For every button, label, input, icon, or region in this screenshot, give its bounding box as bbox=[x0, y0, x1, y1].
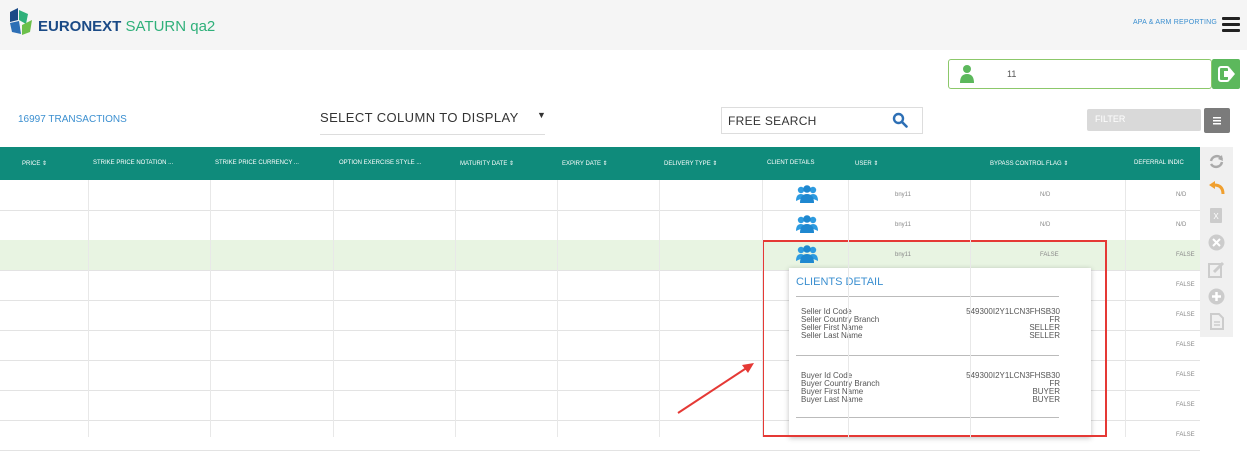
cell-deferral: FALSE bbox=[1176, 402, 1195, 408]
edit-icon[interactable] bbox=[1208, 261, 1225, 278]
col-strike-price-notation[interactable]: STRIKE PRICE NOTATION ... bbox=[93, 160, 173, 166]
col-deferral-indic[interactable]: DEFERRAL INDIC bbox=[1134, 160, 1184, 166]
column-divider bbox=[659, 180, 660, 437]
document-icon[interactable] bbox=[1208, 313, 1225, 330]
column-divider bbox=[88, 180, 89, 437]
select-column-dropdown[interactable]: SELECT COLUMN TO DISPLAY ▼ bbox=[320, 109, 547, 135]
cell-deferral: FALSE bbox=[1176, 342, 1195, 348]
cell-deferral: FALSE bbox=[1176, 312, 1195, 318]
user-icon bbox=[960, 65, 974, 83]
select-column-label: SELECT COLUMN TO DISPLAY bbox=[320, 110, 519, 125]
menu-icon[interactable] bbox=[1222, 17, 1240, 32]
top-bar: EURONEXT SATURN qa2 APA & ARM REPORTING bbox=[0, 0, 1247, 50]
export-excel-icon[interactable]: X bbox=[1208, 207, 1225, 224]
cell-deferral: N/D bbox=[1176, 222, 1187, 228]
search-icon[interactable] bbox=[892, 112, 908, 128]
col-price[interactable]: PRICE ⇕ bbox=[22, 160, 47, 167]
app-title: EURONEXT SATURN qa2 bbox=[38, 18, 215, 35]
search-input[interactable] bbox=[722, 108, 888, 133]
transactions-count[interactable]: 16997 TRANSACTIONS bbox=[18, 114, 127, 125]
col-client-details[interactable]: CLIENT DETAILS bbox=[767, 160, 814, 166]
apa-arm-reporting-link[interactable]: APA & ARM REPORTING bbox=[1133, 19, 1217, 26]
user-box: 11 bbox=[948, 59, 1212, 89]
cell-deferral: FALSE bbox=[1176, 252, 1195, 258]
brand-environment: SATURN qa2 bbox=[125, 18, 216, 35]
client-details-icon[interactable] bbox=[796, 185, 818, 203]
row-tools-panel: X bbox=[1200, 147, 1233, 337]
col-expiry-date[interactable]: EXPIRY DATE ⇕ bbox=[562, 160, 608, 167]
undo-icon[interactable] bbox=[1208, 180, 1225, 197]
column-divider bbox=[210, 180, 211, 437]
client-details-icon[interactable] bbox=[796, 215, 818, 233]
col-strike-price-currency[interactable]: STRIKE PRICE CURRENCY ... bbox=[215, 160, 299, 166]
cell-bypass: N/D bbox=[1040, 222, 1051, 228]
highlight-annotation bbox=[762, 240, 1107, 437]
svg-text:X: X bbox=[1213, 212, 1219, 221]
logout-icon bbox=[1218, 66, 1235, 82]
cell-deferral: FALSE bbox=[1176, 282, 1195, 288]
euronext-logo-icon bbox=[10, 8, 32, 35]
col-maturity-date[interactable]: MATURITY DATE ⇕ bbox=[460, 160, 514, 167]
col-bypass-control-flag[interactable]: BYPASS CONTROL FLAG ⇕ bbox=[990, 160, 1068, 167]
cancel-icon[interactable] bbox=[1208, 234, 1225, 251]
col-user[interactable]: USER ⇕ bbox=[855, 160, 878, 167]
brand-name: EURONEXT bbox=[38, 18, 122, 35]
filter-input[interactable]: FILTER bbox=[1087, 109, 1201, 131]
search-box bbox=[721, 107, 923, 134]
column-divider bbox=[455, 180, 456, 437]
arrow-annotation-icon bbox=[677, 363, 754, 414]
filter-menu-button[interactable] bbox=[1204, 108, 1230, 133]
add-icon[interactable] bbox=[1208, 288, 1225, 305]
col-delivery-type[interactable]: DELIVERY TYPE ⇕ bbox=[664, 160, 717, 167]
table-header: PRICE ⇕ STRIKE PRICE NOTATION ... STRIKE… bbox=[0, 147, 1200, 180]
logout-button[interactable] bbox=[1212, 59, 1240, 89]
table-row[interactable]: bny11 N/D N/D bbox=[0, 180, 1200, 211]
cell-deferral: FALSE bbox=[1176, 432, 1195, 438]
refresh-icon[interactable] bbox=[1208, 153, 1225, 170]
user-value: 11 bbox=[1007, 69, 1017, 79]
col-option-exercise-style[interactable]: OPTION EXERCISE STYLE ... bbox=[339, 160, 421, 166]
cell-user: bny11 bbox=[895, 222, 911, 228]
column-divider bbox=[333, 180, 334, 437]
cell-deferral: FALSE bbox=[1176, 372, 1195, 378]
cell-bypass: N/D bbox=[1040, 192, 1051, 198]
column-divider bbox=[1125, 180, 1126, 437]
table-row[interactable]: bny11 N/D N/D bbox=[0, 210, 1200, 241]
cell-user: bny11 bbox=[895, 192, 911, 198]
column-divider bbox=[970, 180, 971, 437]
column-divider bbox=[848, 180, 849, 437]
caret-down-icon: ▼ bbox=[537, 110, 547, 120]
column-divider bbox=[762, 180, 763, 437]
list-icon bbox=[1213, 117, 1221, 125]
cell-deferral: N/D bbox=[1176, 192, 1187, 198]
column-divider bbox=[557, 180, 558, 437]
filter-placeholder: FILTER bbox=[1095, 114, 1126, 124]
